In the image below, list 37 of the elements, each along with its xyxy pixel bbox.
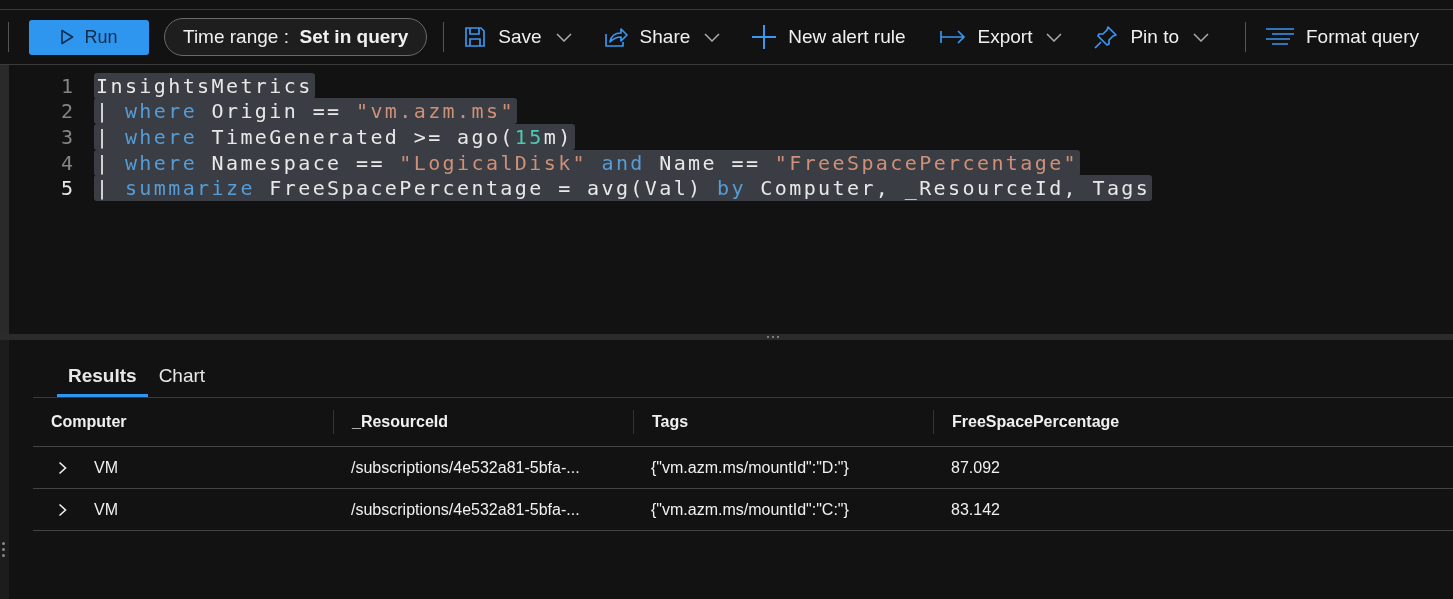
table-cell: 83.142 (951, 500, 1000, 519)
expand-chevron-icon[interactable] (58, 502, 67, 517)
share-button[interactable]: Share (591, 17, 733, 57)
line-number: 4 (59, 150, 73, 175)
play-icon (60, 29, 75, 45)
table-cell: /subscriptions/4e532a81-5bfa-... (351, 500, 580, 519)
pin-icon (1094, 25, 1119, 49)
column-header[interactable]: Computer (33, 410, 333, 434)
table-cell: VM (94, 500, 118, 519)
column-header[interactable]: _ResourceId (333, 410, 633, 434)
line-number: 3 (59, 125, 73, 149)
format-button[interactable]: Format query (1254, 17, 1433, 57)
table-cell: 87.092 (951, 458, 1000, 477)
time-range-button[interactable]: Time range : Set in query (164, 18, 428, 56)
table-cell: /subscriptions/4e532a81-5bfa-... (351, 458, 580, 477)
format-lines-icon (1266, 28, 1294, 46)
table-cell: {"vm.azm.ms/mountId":"D:"} (651, 458, 849, 477)
expand-chevron-icon[interactable] (58, 460, 67, 475)
line-number: 1 (59, 73, 73, 98)
grip-handle[interactable] (2, 542, 5, 557)
table-cell: {"vm.azm.ms/mountId":"C:"} (651, 500, 849, 519)
column-header[interactable]: FreeSpacePercentage (933, 410, 1233, 434)
column-header[interactable]: Tags (633, 410, 933, 434)
alert-button[interactable]: New alert rule (740, 17, 920, 57)
splitter-handle[interactable] (0, 334, 1453, 340)
arrow-right-icon (939, 30, 966, 44)
results-tab[interactable]: Results (57, 360, 148, 397)
plus-icon (752, 25, 777, 49)
results-tab[interactable]: Chart (147, 360, 217, 397)
export-button[interactable]: Export (927, 17, 1075, 57)
line-number: 5 (59, 176, 73, 201)
line-number: 2 (59, 99, 73, 124)
save-button[interactable]: Save (452, 17, 584, 57)
run-button[interactable]: Run (29, 19, 149, 55)
pin-button[interactable]: Pin to (1082, 17, 1221, 57)
table-cell: VM (94, 458, 118, 477)
share-icon (603, 26, 628, 48)
